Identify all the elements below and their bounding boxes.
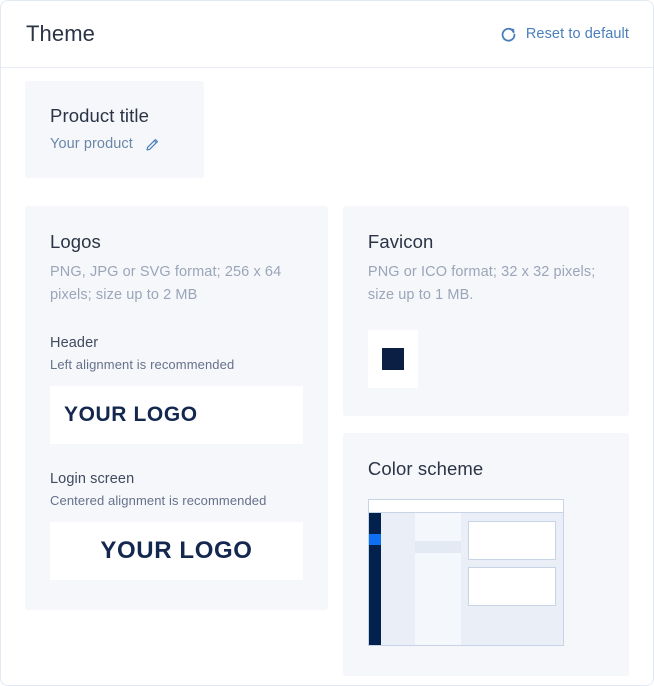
reset-to-default-button[interactable]: Reset to default: [500, 26, 629, 43]
right-column: Favicon PNG or ICO format; 32 x 32 pixel…: [342, 206, 629, 676]
mock-list-selected-row: [414, 540, 461, 553]
login-logo-section: Login screen Centered alignment is recom…: [50, 471, 303, 580]
mock-sidebar: [368, 512, 381, 645]
mock-content-area: [460, 512, 563, 645]
color-scheme-heading: Color scheme: [367, 457, 484, 479]
page-header: Theme Reset to default: [1, 1, 653, 68]
product-title-heading: Product title: [50, 105, 149, 126]
login-logo-text: YOUR LOGO: [100, 536, 253, 564]
mock-panel: [467, 566, 556, 606]
logos-card: Logos PNG, JPG or SVG format; 256 x 64 p…: [25, 206, 328, 610]
favicon-preview[interactable]: [367, 329, 418, 388]
header-logo-section: Header Left alignment is recommended YOU…: [50, 335, 303, 444]
favicon-description: PNG or ICO format; 32 x 32 pixels; size …: [367, 264, 596, 304]
mock-body: [368, 512, 563, 645]
mock-secondary-rail: [380, 512, 415, 645]
header-logo-preview[interactable]: YOUR LOGO: [50, 385, 303, 444]
header-logo-hint: Left alignment is recommended: [50, 356, 235, 372]
login-logo-label: Login screen: [50, 470, 135, 487]
product-title-row: Your product: [50, 136, 182, 152]
header-logo-label: Header: [50, 334, 99, 351]
product-title-card: Product title Your product: [25, 81, 204, 178]
theme-settings-panel: Theme Reset to default Product title You…: [0, 0, 654, 686]
favicon-square-icon: [381, 347, 404, 370]
page-title: Theme: [26, 21, 95, 46]
pencil-icon[interactable]: [145, 136, 161, 152]
favicon-heading: Favicon: [367, 231, 434, 252]
logos-description: PNG, JPG or SVG format; 256 x 64 pixels;…: [50, 264, 282, 304]
mock-panel: [467, 520, 556, 560]
login-logo-preview[interactable]: YOUR LOGO: [50, 521, 303, 580]
reset-to-default-label: Reset to default: [525, 26, 629, 42]
logos-heading: Logos: [50, 231, 101, 252]
mock-topbar: [368, 499, 563, 513]
favicon-card: Favicon PNG or ICO format; 32 x 32 pixel…: [342, 206, 629, 416]
mock-list-column: [414, 512, 461, 645]
cards-grid: Logos PNG, JPG or SVG format; 256 x 64 p…: [25, 206, 629, 676]
mock-sidebar-active-item: [368, 533, 381, 545]
color-scheme-preview[interactable]: [367, 498, 564, 646]
product-title-value: Your product: [50, 136, 133, 152]
left-column: Logos PNG, JPG or SVG format; 256 x 64 p…: [25, 206, 328, 610]
page-body: Product title Your product Logos PNG, JP…: [1, 68, 653, 676]
color-scheme-card: Color scheme: [342, 432, 629, 676]
login-logo-hint: Centered alignment is recommended: [50, 492, 267, 508]
refresh-circle-icon: [500, 26, 517, 43]
header-logo-text: YOUR LOGO: [64, 402, 198, 426]
